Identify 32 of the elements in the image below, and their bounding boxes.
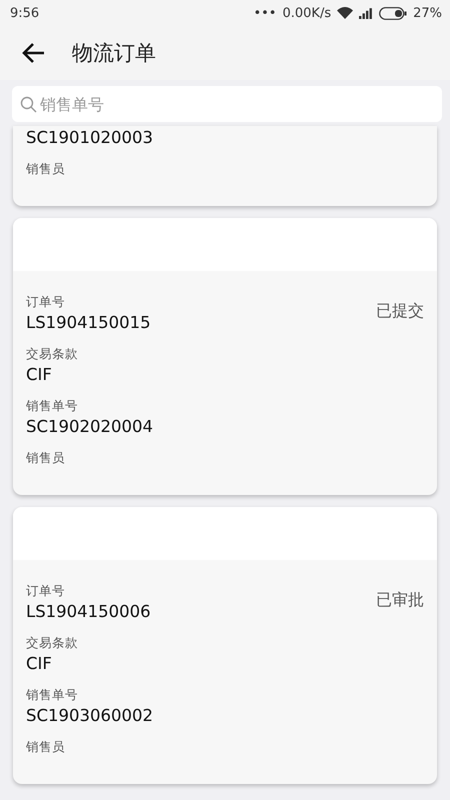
order-status: 已审批	[376, 590, 424, 611]
field-label: 交易条款	[26, 345, 79, 363]
field-value: CIF	[26, 364, 53, 386]
field-value: LS1904150015	[26, 312, 152, 334]
order-card[interactable]: SC1901020003 销售员	[13, 126, 437, 206]
battery-icon	[379, 6, 408, 20]
more-indicator: •••	[253, 6, 276, 20]
field-label: 销售员	[26, 160, 66, 178]
search-icon	[20, 96, 37, 113]
field-value: LS1904150006	[26, 601, 152, 623]
field-label: 订单号	[26, 582, 66, 600]
field-value: CIF	[26, 653, 53, 675]
order-card[interactable]: 订单号 LS1904150015 交易条款 CIF 销售单号 SC1902020004 销售员 已提交	[13, 218, 437, 495]
network-speed: 0.00K/s	[282, 6, 332, 20]
field-label: 销售员	[26, 738, 66, 756]
wifi-icon	[337, 7, 354, 19]
field-value: SC1901020003	[26, 127, 153, 149]
order-card[interactable]: 订单号 LS1904150006 交易条款 CIF 销售单号 SC1903060002 销售员 已审批	[13, 507, 437, 784]
page-title: 物流订单	[72, 40, 156, 67]
clock: 9:56	[10, 6, 40, 20]
search-field[interactable]: 销售单号	[12, 86, 442, 122]
battery-level: 27%	[413, 6, 442, 20]
field-label: 交易条款	[26, 634, 79, 652]
field-value: SC1902020004	[26, 416, 153, 438]
signal-icon	[359, 8, 374, 18]
field-value: SC1903060002	[26, 705, 153, 727]
field-label: 销售员	[26, 449, 66, 467]
field-label: 订单号	[26, 293, 66, 311]
order-status: 已提交	[376, 301, 424, 322]
back-button[interactable]	[22, 42, 46, 64]
field-label: 销售单号	[26, 397, 79, 415]
field-label: 销售单号	[26, 686, 79, 704]
